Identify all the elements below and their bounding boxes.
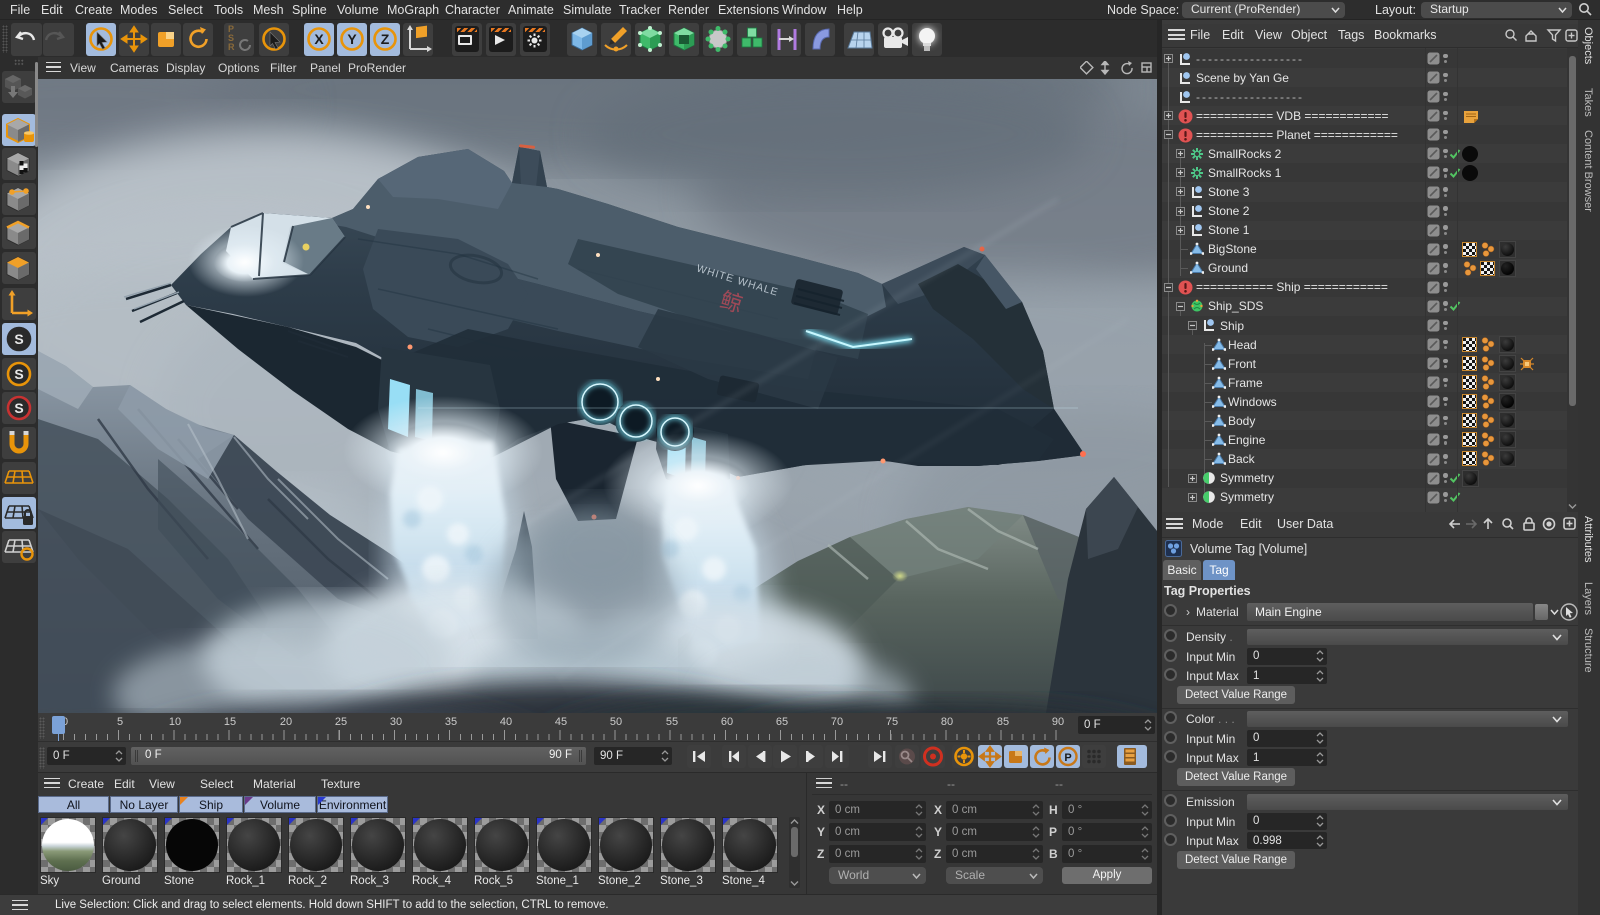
svg-text:P: P xyxy=(1064,752,1071,764)
svg-text:Z: Z xyxy=(381,31,390,47)
svg-text:S: S xyxy=(14,400,23,416)
svg-text:X: X xyxy=(314,31,324,47)
svg-text:S: S xyxy=(14,331,23,347)
svg-text:S: S xyxy=(14,366,23,382)
svg-text:Y: Y xyxy=(347,31,357,47)
